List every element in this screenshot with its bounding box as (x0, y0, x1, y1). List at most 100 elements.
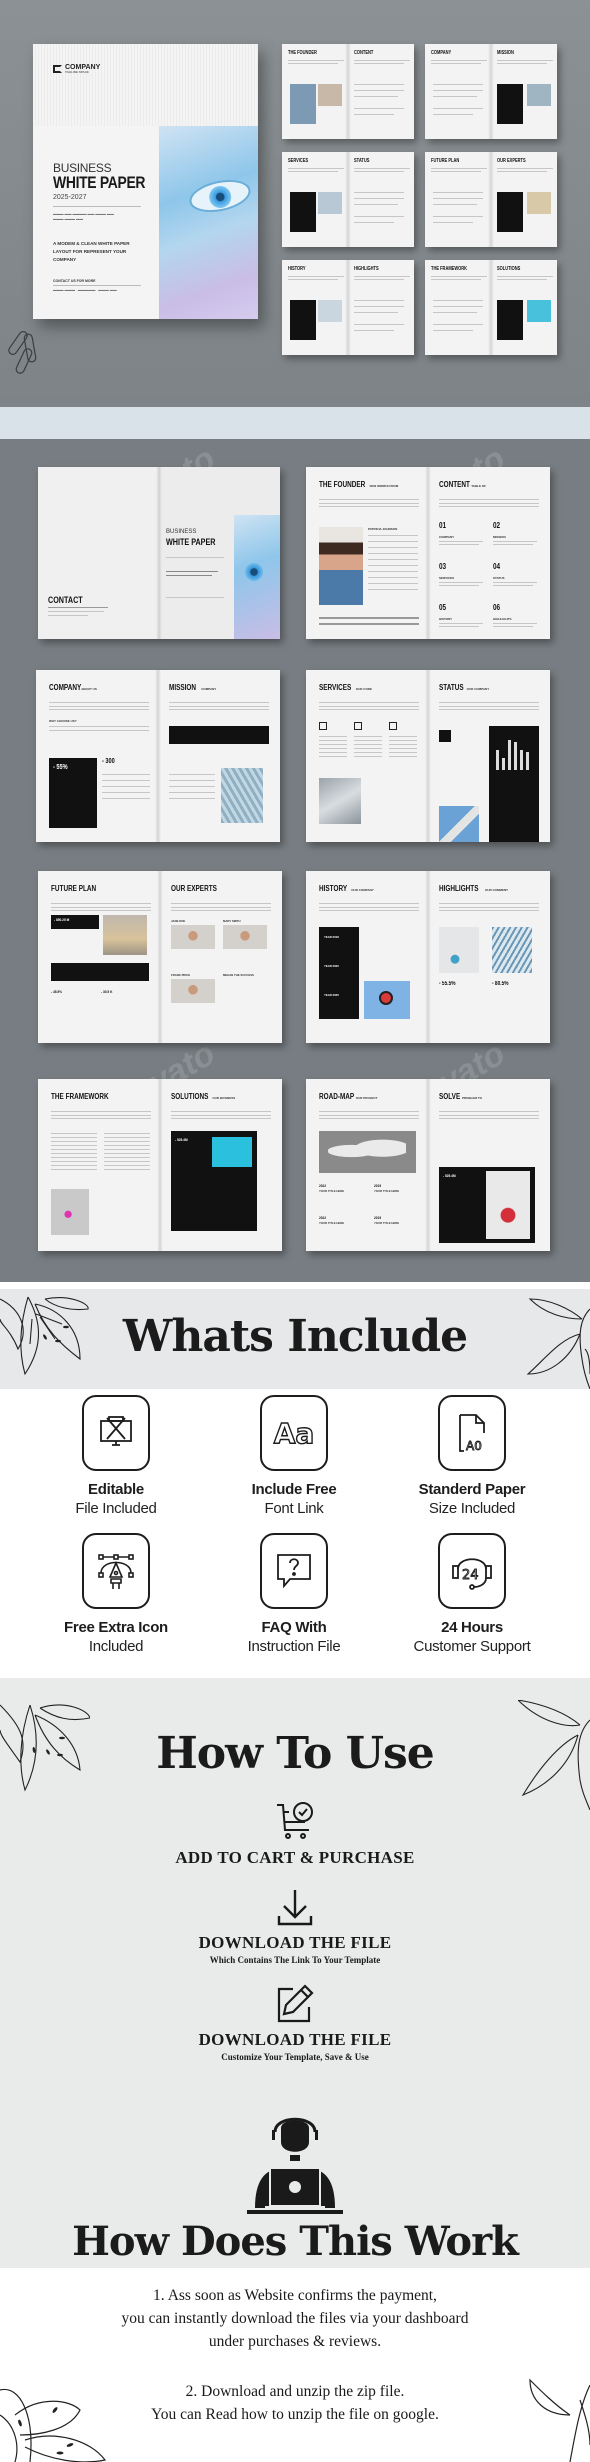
feature-subtitle: Customer Support (413, 1638, 531, 1655)
page-title-right: OUR EXPERTS (171, 884, 217, 893)
expert-name: MEHAB THE SUCCESS (223, 973, 254, 977)
expert-photo (223, 925, 267, 949)
page-title-left: COMPANY (49, 683, 82, 692)
toc-number: 03 (439, 562, 447, 571)
step-2: DOWNLOAD THE FILE Which Contains The Lin… (0, 1933, 590, 1965)
page-title: THE FOUNDER (288, 50, 317, 56)
brochure-spread-history: HISTORY HIGHLIGHTS OUR COMPANY OUR COMMENT… (306, 871, 550, 1043)
eye-image (159, 126, 258, 319)
timeline-year: YEAR 2025 (324, 993, 339, 997)
page-title-right: MISSION (169, 683, 197, 692)
brochure-spread-roadmap: ROAD-MAP SOLVE OUR PROJECT PROBLEM TO 2022… (306, 1079, 550, 1251)
expert-photo (171, 979, 215, 1003)
editable-design-icon (82, 1395, 150, 1471)
roadmap-item-title: YOUR TITLE HERE (374, 1189, 400, 1193)
mission-banner (169, 726, 269, 744)
founder-photo (319, 527, 363, 605)
quote-banner (51, 963, 149, 981)
feature-item: Editable File Included (26, 1395, 206, 1517)
page-title-left: SERVICES (319, 683, 352, 692)
page-subtitle: OUR CORE (355, 687, 372, 691)
sky-photo (439, 806, 479, 842)
thumbnail-spread: SERVICES STATUS (282, 152, 414, 247)
feature-title: Standerd Paper (418, 1481, 526, 1498)
iris (207, 183, 234, 211)
brochure-spread-company: COMPANY MISSION ABOUT US COMPANY WHY CHOOSE… (36, 670, 280, 842)
feature-title: Editable (88, 1481, 144, 1498)
page-subtitle: OUR BUSINESS (212, 1096, 236, 1100)
toc-label: HISTORY (439, 617, 453, 621)
toc-label: MISSION (493, 535, 506, 539)
cover-stripes (33, 44, 258, 126)
feature-subtitle: Instruction File (247, 1638, 341, 1655)
stairs-photo (212, 1137, 252, 1167)
step-subtitle: Customize Your Template, Save & Use (221, 2052, 369, 2062)
roadmap-year: 2019 (374, 1215, 382, 1220)
font-icon: Aa (260, 1395, 328, 1471)
page-subtitle: OUR COMMENT (485, 888, 508, 892)
timeline-card (319, 927, 359, 1019)
page-title: SOLUTIONS (497, 266, 521, 272)
page-title-left: THE FOUNDER (319, 480, 366, 489)
contact-details: ▬▬▬ ▬▬▬ ▬▬▬▬▬ ▬▬▬ ▬▬ (53, 288, 117, 292)
page-subtitle: ABOUT US (81, 687, 97, 691)
pattern-photo (492, 927, 532, 973)
feature-title: Free Extra Icon (64, 1619, 168, 1636)
toc-label: HIGHLIGHTS (493, 617, 512, 621)
step-subtitle: Which Contains The Link To Your Template (209, 1955, 381, 1965)
red-house-photo (486, 1171, 530, 1239)
roadmap-year: 2022 (319, 1215, 327, 1220)
page-subtitle: OUR PROJECT (355, 1096, 378, 1100)
toc-number: 06 (493, 603, 501, 612)
stat-value: - 30.5 K (101, 989, 113, 994)
thumbnail-spread: THE FRAMEWORK SOLUTIONS (425, 260, 557, 355)
cover-title-line1: BUSINESS (166, 529, 197, 535)
step-1: ADD TO CART & PURCHASE (0, 1848, 590, 1868)
instructions-paragraph-1: 1. Ass soon as Website confirms the paym… (0, 2284, 590, 2353)
step-title: DOWNLOAD THE FILE (198, 2030, 392, 2049)
expert-name: MARY SMITH (223, 919, 241, 923)
logo-tagline: TAGLINE SPACE (65, 70, 89, 74)
page-title: OUR EXPERTS (497, 158, 526, 164)
page-subtitle: OUR COMPANY (466, 687, 490, 691)
stat-value: - 80.5% (492, 981, 509, 987)
contact-label: CONTACT US FOR MORE (53, 279, 96, 283)
stat-value: - 525.4M (175, 1137, 188, 1142)
brochure-spread-founder: THE FOUNDER CONTENT FEW WORDS FROM TABLE O… (306, 467, 550, 639)
page-subtitle: OUR COMPANY (351, 888, 374, 892)
page-title: COMPANY (431, 50, 452, 56)
cover-years: 2025-2027 (53, 194, 87, 201)
whats-include-heading: Whats Include (122, 1311, 468, 1362)
step-title: ADD TO CART & PURCHASE (175, 1848, 415, 1867)
toc-number: 05 (439, 603, 447, 612)
stat-value: - 850.25 M (54, 917, 70, 922)
brochure-spread-services: SERVICES STATUS OUR CORE OUR COMPANY (306, 670, 550, 842)
feature-subtitle: Font Link (264, 1500, 324, 1517)
section-label: WHY CHOOSE US? (49, 719, 77, 723)
instruction-line: you can instantly download the files via… (121, 2310, 469, 2327)
thumbnail-spread: COMPANY MISSION (425, 44, 557, 139)
timeline-year: YEAR 2018 (324, 935, 339, 939)
page-title-right: STATUS (439, 683, 464, 692)
spread-gallery: envato envato envato envato CONTACT BUSI… (0, 439, 590, 1282)
page-title-right: HIGHLIGHTS (439, 884, 479, 893)
thumbnail-spread: FUTURE PLAN OUR EXPERTS (425, 152, 557, 247)
feature-title: Include Free (251, 1481, 337, 1498)
roadmap-item-title: YOUR TITLE HERE (374, 1221, 400, 1225)
svg-text:24: 24 (462, 1568, 479, 1583)
logo-mark-icon (53, 65, 62, 73)
page-title-left: THE FRAMEWORK (51, 1092, 109, 1101)
feature-subtitle: File Included (75, 1500, 157, 1517)
hero-mockup-section: COMPANY TAGLINE SPACE BUSINESS WHITE PAPE… (0, 0, 590, 407)
expert-name: FRANK PRICE (171, 973, 191, 977)
founder-name: PATRICIA JOHNSON (368, 527, 398, 531)
svg-text:A0: A0 (466, 1439, 482, 1453)
page-title: FUTURE PLAN (431, 158, 460, 164)
cover-title-line2: WHITE PAPER (53, 173, 146, 192)
person-laptop-icon (247, 2117, 343, 2214)
page-subtitle: TABLE OF (471, 484, 486, 488)
page-title: MISSION (497, 50, 514, 56)
brochure-spread-future: FUTURE PLAN OUR EXPERTS - 850.25 M - 45.… (38, 871, 282, 1043)
download-icon (277, 1890, 313, 1926)
step-title: DOWNLOAD THE FILE (198, 1933, 392, 1952)
